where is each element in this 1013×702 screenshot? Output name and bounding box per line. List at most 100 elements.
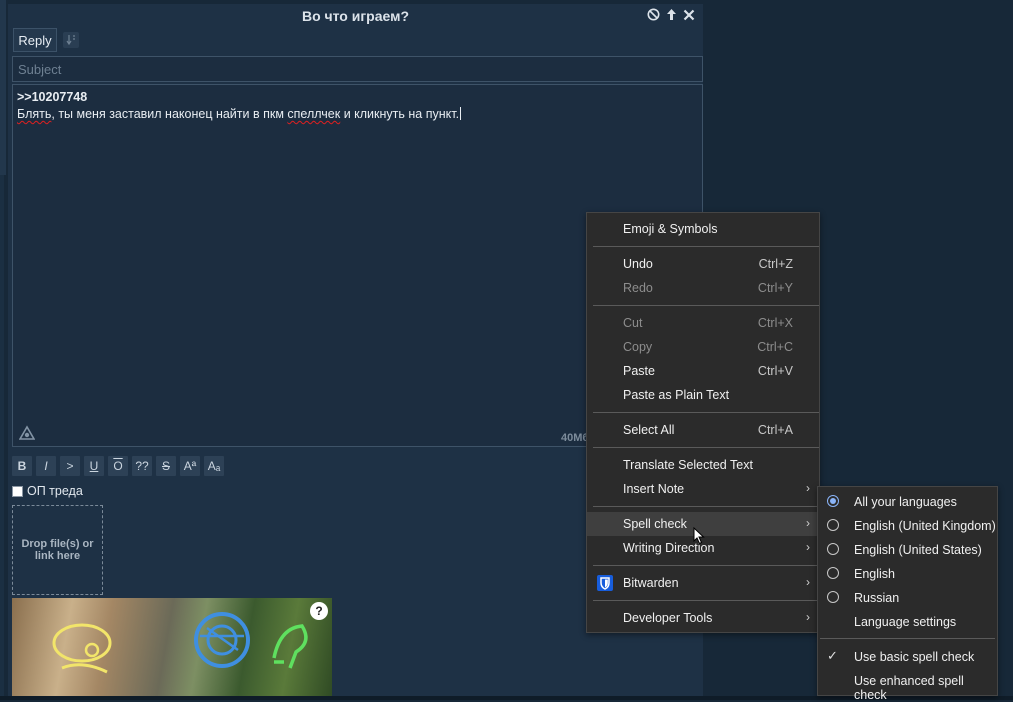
menu-item-translate[interactable]: Translate Selected Text — [587, 453, 819, 477]
menu-separator — [593, 305, 819, 306]
comment-text-part: и кликнуть на пункт. — [340, 107, 460, 121]
chevron-right-icon: › — [806, 575, 810, 589]
page-left-strip — [0, 0, 6, 175]
menu-item-shortcut: Ctrl+X — [757, 316, 793, 330]
menu-item-developer-tools[interactable]: Developer Tools › — [587, 606, 819, 630]
file-dropzone[interactable]: Drop file(s) or link here — [12, 505, 103, 595]
menu-item-label: Bitwarden — [623, 576, 679, 590]
checkmark-icon: ✓ — [827, 648, 838, 663]
menu-item-shortcut: Ctrl+C — [757, 340, 793, 354]
spell-lang-en-us[interactable]: English (United States) — [818, 538, 997, 562]
menu-item-undo[interactable]: Undo Ctrl+Z — [587, 252, 819, 276]
context-menu: Emoji & Symbols Undo Ctrl+Z Redo Ctrl+Y … — [586, 212, 820, 633]
spell-check-submenu: All your languages English (United Kingd… — [817, 486, 998, 702]
menu-separator — [820, 638, 995, 639]
menu-item-paste[interactable]: Paste Ctrl+V — [587, 359, 819, 383]
site-logo-icon — [19, 425, 35, 440]
menu-item-copy[interactable]: Copy Ctrl+C — [587, 335, 819, 359]
spell-lang-all[interactable]: All your languages — [818, 490, 997, 514]
menu-item-shortcut: Ctrl+Z — [758, 257, 793, 271]
menu-item-label: Copy — [623, 340, 653, 354]
bitwarden-shield-icon — [597, 575, 613, 591]
page-left-strip-lower — [0, 175, 4, 700]
sort-icon[interactable] — [63, 32, 79, 48]
arrow-up-icon[interactable] — [666, 8, 677, 21]
captcha-image[interactable]: ? — [12, 598, 332, 700]
op-checkbox-row[interactable]: ОП треда — [12, 484, 83, 498]
menu-separator — [593, 447, 819, 448]
submenu-item-label: English (United Kingdom) — [854, 519, 996, 533]
menu-item-redo[interactable]: Redo Ctrl+Y — [587, 276, 819, 300]
menu-separator — [593, 246, 819, 247]
italic-button[interactable]: I — [36, 456, 56, 476]
spell-basic-check[interactable]: ✓ Use basic spell check — [818, 645, 997, 669]
menu-item-insert-note[interactable]: Insert Note › — [587, 477, 819, 501]
menu-item-label: Cut — [623, 316, 643, 330]
overline-button[interactable]: O — [108, 456, 128, 476]
submenu-item-label: All your languages — [854, 495, 957, 509]
quote-button[interactable]: > — [60, 456, 80, 476]
chevron-right-icon: › — [806, 481, 810, 495]
radio-icon — [827, 591, 839, 603]
menu-item-label: Paste as Plain Text — [623, 388, 730, 402]
menu-item-label: Paste — [623, 364, 655, 378]
spoiler-button[interactable]: ?? — [132, 456, 152, 476]
submenu-item-label: Language settings — [854, 615, 957, 629]
submenu-item-label: Use enhanced spell check — [854, 674, 964, 702]
misspelled-word: Блять — [17, 107, 52, 121]
underline-button[interactable]: U — [84, 456, 104, 476]
reply-quote-link: >>10207748 — [17, 90, 88, 104]
captcha-help-icon[interactable]: ? — [310, 602, 328, 620]
spell-lang-en-gb[interactable]: English (United Kingdom) — [818, 514, 997, 538]
radio-icon — [827, 567, 839, 579]
radio-icon — [827, 543, 839, 555]
comment-text: Блять, ты меня заставил наконец найти в … — [17, 106, 698, 123]
block-icon[interactable] — [647, 8, 660, 21]
chevron-right-icon: › — [806, 516, 810, 530]
menu-item-bitwarden[interactable]: Bitwarden › — [587, 571, 819, 595]
spell-language-settings[interactable]: Language settings — [818, 610, 997, 634]
superscript-button[interactable]: Aª — [180, 456, 200, 476]
menu-separator — [593, 565, 819, 566]
comment-text-part: , ты меня заставил наконец найти в пкм — [51, 107, 288, 121]
markup-toolbar: B I > U O ?? S Aª Aₐ — [12, 456, 224, 476]
submenu-item-label: English (United States) — [854, 543, 982, 557]
post-form-title[interactable]: Во что играем? — [8, 4, 703, 28]
chevron-right-icon: › — [806, 610, 810, 624]
bold-button[interactable]: B — [12, 456, 32, 476]
title-controls — [647, 8, 695, 21]
menu-item-label: Undo — [623, 257, 653, 271]
menu-item-paste-plain[interactable]: Paste as Plain Text — [587, 383, 819, 407]
subscript-button[interactable]: Aₐ — [204, 456, 224, 476]
radio-selected-icon — [827, 495, 839, 507]
subject-input[interactable]: Subject — [12, 56, 703, 82]
submenu-item-label: Russian — [854, 591, 900, 605]
submenu-item-label: English — [854, 567, 895, 581]
menu-item-shortcut: Ctrl+A — [757, 423, 793, 437]
strikethrough-button[interactable]: S — [156, 456, 176, 476]
menu-item-select-all[interactable]: Select All Ctrl+A — [587, 418, 819, 442]
chevron-right-icon: › — [806, 540, 810, 554]
spell-lang-en[interactable]: English — [818, 562, 997, 586]
radio-icon — [827, 519, 839, 531]
op-checkbox[interactable] — [12, 485, 23, 497]
submenu-item-label: Use basic spell check — [854, 650, 975, 664]
mouse-pointer-icon — [693, 527, 705, 545]
menu-item-shortcut: Ctrl+V — [757, 364, 793, 378]
misspelled-word: спеллчек — [287, 107, 341, 121]
op-checkbox-label: ОП треда — [27, 484, 83, 498]
spell-enhanced-check[interactable]: Use enhanced spell check — [818, 669, 997, 702]
menu-item-emoji[interactable]: Emoji & Symbols — [587, 217, 819, 241]
menu-item-label: Redo — [623, 281, 653, 295]
menu-item-label: Spell check — [623, 517, 687, 531]
menu-item-label: Emoji & Symbols — [623, 222, 718, 236]
menu-item-cut[interactable]: Cut Ctrl+X — [587, 311, 819, 335]
reply-tab[interactable]: Reply — [13, 28, 57, 52]
menu-item-label: Insert Note — [623, 482, 685, 496]
text-caret — [460, 107, 462, 120]
menu-separator — [593, 412, 819, 413]
menu-item-label: Select All — [623, 423, 675, 437]
close-icon[interactable] — [683, 9, 695, 21]
menu-item-label: Translate Selected Text — [623, 458, 753, 472]
spell-lang-ru[interactable]: Russian — [818, 586, 997, 610]
